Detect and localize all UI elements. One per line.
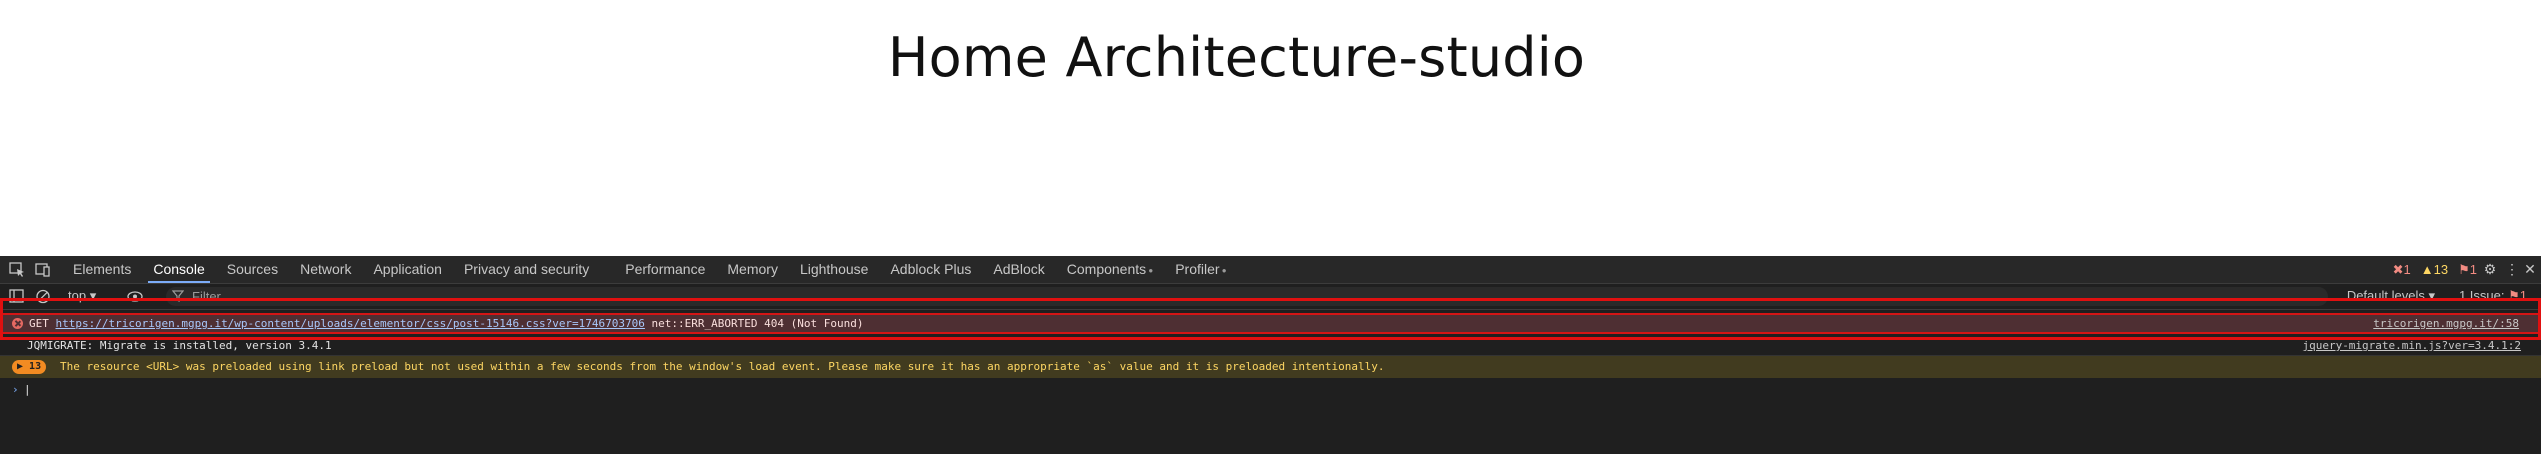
issues-label: 1 Issue:: [2458, 288, 2505, 303]
levels-value: Default levels: [2346, 288, 2425, 303]
error-count: 1: [2403, 262, 2411, 277]
devtools-tabbar: Elements Console Sources Network Applica…: [0, 256, 2541, 284]
tab-performance[interactable]: Performance: [614, 256, 716, 283]
close-icon[interactable]: ✕: [2521, 261, 2539, 278]
issue-counter[interactable]: ⚑1: [2458, 256, 2477, 283]
error-text: net::ERR_ABORTED 404 (Not Found): [651, 317, 864, 330]
web-page: Home Architecture-studio: [0, 0, 2541, 256]
console-prompt[interactable]: › |: [0, 380, 2541, 400]
tab-profiler[interactable]: Profiler: [1164, 256, 1237, 283]
devtools-tabs: Elements Console Sources Network Applica…: [62, 256, 1238, 283]
tab-adblock-plus[interactable]: Adblock Plus: [879, 256, 982, 283]
more-options-icon[interactable]: ⋮: [2503, 261, 2521, 278]
error-source-link[interactable]: tricorigen.mgpg.it/:58: [2373, 315, 2519, 332]
context-selector[interactable]: top ▾: [68, 288, 96, 304]
error-counter[interactable]: ✖1: [2393, 256, 2411, 283]
tab-components[interactable]: Components: [1056, 256, 1164, 283]
warning-count: 13: [2433, 262, 2449, 277]
error-icon: [12, 318, 23, 329]
warning-message: The resource <URL> was preloaded using l…: [60, 360, 1385, 373]
filter-input[interactable]: Filter: [166, 287, 2328, 306]
console-toolbar: top ▾ Filter Default levels ▾ 1 Issue: ⚑…: [0, 284, 2541, 310]
error-message: GET https://tricorigen.mgpg.it/wp-conten…: [29, 315, 863, 332]
device-toolbar-icon[interactable]: [34, 261, 52, 278]
tab-console[interactable]: Console: [142, 256, 215, 283]
error-method: GET: [29, 317, 49, 330]
log-levels-dropdown[interactable]: Default levels ▾: [2347, 288, 2435, 304]
issues-flag-icon: ⚑: [2508, 288, 2520, 303]
issues-toolbar-count: 1: [2519, 288, 2527, 303]
live-expression-eye-icon[interactable]: [126, 288, 144, 305]
prompt-chevron-icon: ›: [12, 383, 19, 396]
clear-console-icon[interactable]: [34, 288, 52, 305]
prompt-caret: |: [24, 383, 31, 396]
tab-lighthouse[interactable]: Lighthouse: [789, 256, 880, 283]
tab-memory[interactable]: Memory: [716, 256, 789, 283]
console-error-row[interactable]: GET https://tricorigen.mgpg.it/wp-conten…: [0, 313, 2541, 334]
warning-group-count: 13: [29, 361, 42, 372]
console-status[interactable]: ✖1 ▲13 ⚑1: [2393, 256, 2477, 283]
tab-adblock[interactable]: AdBlock: [982, 256, 1055, 283]
settings-gear-icon[interactable]: ⚙: [2481, 261, 2499, 278]
console-warning-row[interactable]: ▶ 13 The resource <URL> was preloaded us…: [0, 356, 2541, 378]
filter-icon: [172, 290, 184, 302]
devtools-panel: Elements Console Sources Network Applica…: [0, 256, 2541, 454]
tab-elements[interactable]: Elements: [62, 256, 142, 283]
tab-application[interactable]: Application: [362, 256, 453, 283]
warning-counter[interactable]: ▲13: [2421, 256, 2448, 283]
warning-group-badge[interactable]: ▶ 13: [12, 360, 47, 374]
error-url-link[interactable]: https://tricorigen.mgpg.it/wp-content/up…: [56, 317, 645, 330]
console-info-row: JQMIGRATE: Migrate is installed, version…: [0, 336, 2541, 356]
issues-button[interactable]: 1 Issue: ⚑1: [2459, 288, 2527, 304]
page-title: Home Architecture-studio: [887, 26, 1586, 89]
tab-privacy-security[interactable]: Privacy and security: [453, 256, 600, 283]
tab-sources[interactable]: Sources: [216, 256, 289, 283]
sidebar-toggle-icon[interactable]: [8, 288, 26, 305]
context-value: top: [68, 288, 87, 303]
info-source-link[interactable]: jquery-migrate.min.js?ver=3.4.1:2: [2302, 336, 2521, 355]
issue-count: 1: [2469, 262, 2477, 277]
tab-network[interactable]: Network: [289, 256, 362, 283]
select-element-icon[interactable]: [8, 261, 26, 278]
info-message: JQMIGRATE: Migrate is installed, version…: [27, 339, 332, 352]
